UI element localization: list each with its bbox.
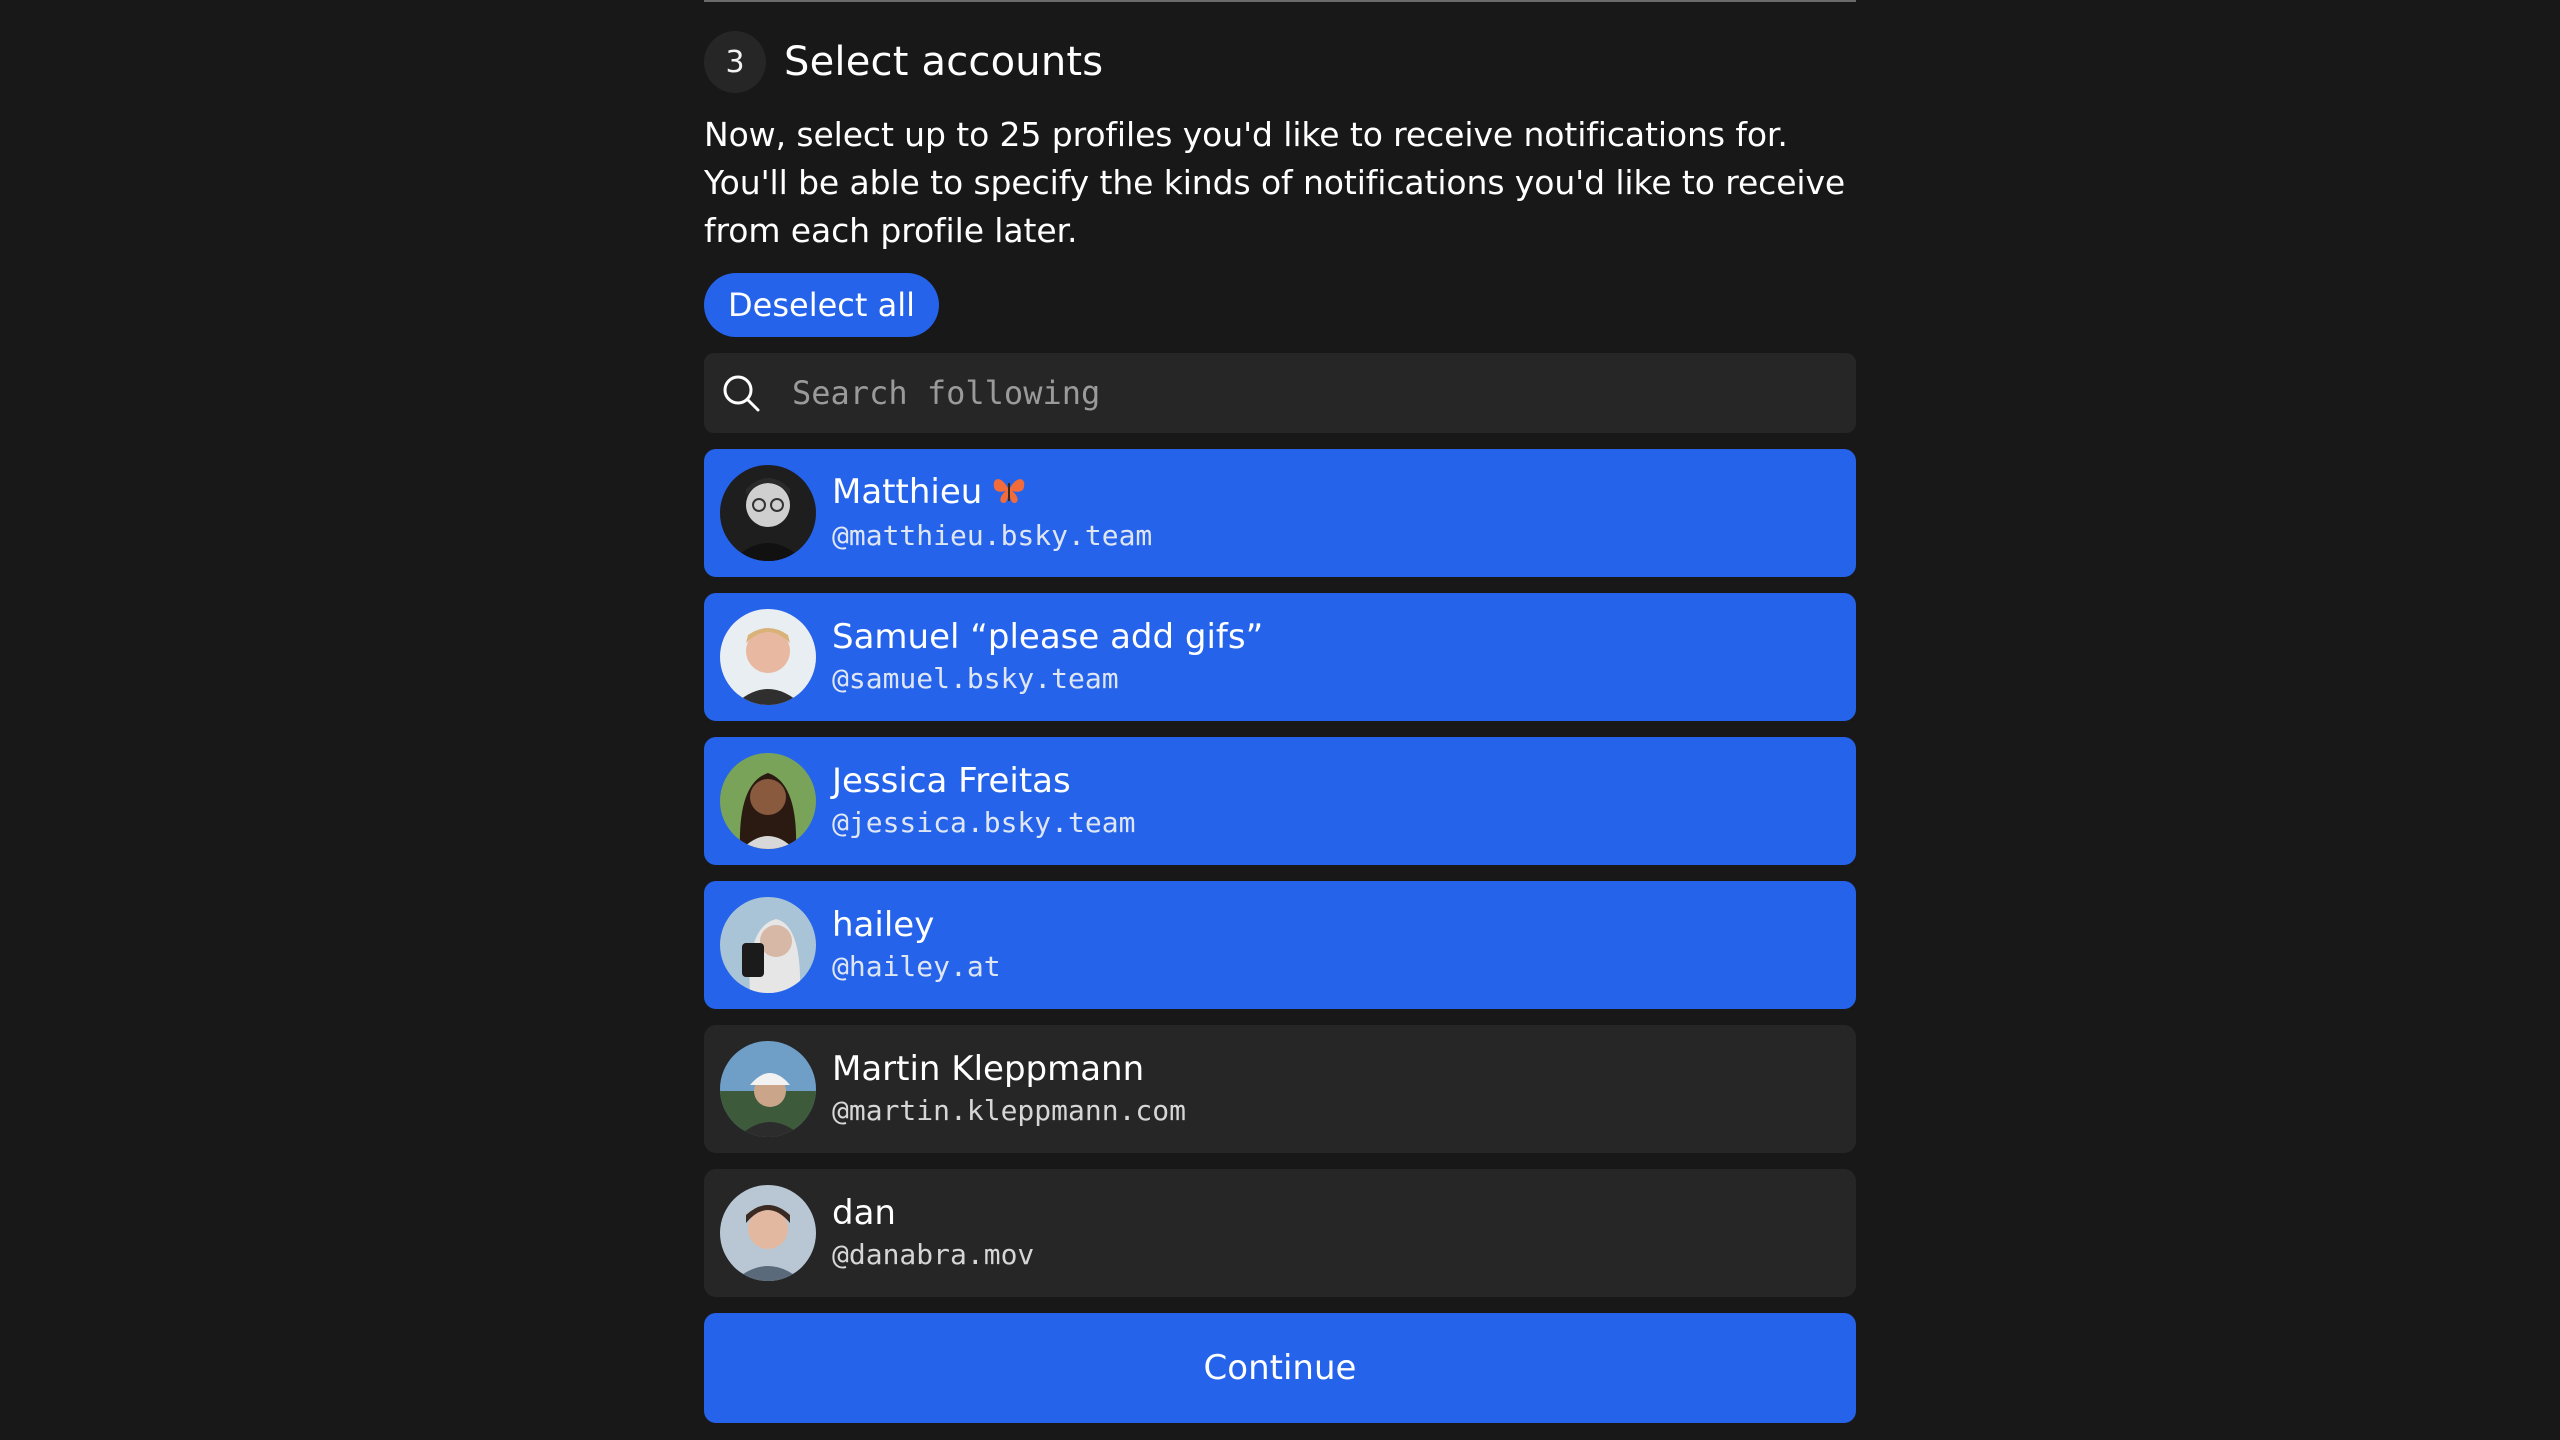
avatar [720, 897, 816, 993]
account-row-hailey[interactable]: hailey @hailey.at [704, 881, 1856, 1009]
butterfly-icon [992, 472, 1026, 516]
account-name: dan [832, 1193, 896, 1233]
continue-button[interactable]: Continue [704, 1313, 1856, 1423]
intro-text: Now, select up to 25 profiles you'd like… [704, 115, 1846, 250]
account-row-matthieu[interactable]: Matthieu @matthieu.bsky.team [704, 449, 1856, 577]
account-handle: @martin.kleppmann.com [832, 1094, 1187, 1127]
account-handle: @hailey.at [832, 950, 1001, 983]
avatar [720, 753, 816, 849]
search-bar[interactable] [704, 353, 1856, 433]
account-row-samuel[interactable]: Samuel “please add gifs” @samuel.bsky.te… [704, 593, 1856, 721]
account-name: hailey [832, 905, 935, 945]
step-header: 3 Select accounts [704, 31, 1856, 93]
avatar [720, 1185, 816, 1281]
avatar [720, 609, 816, 705]
top-divider [704, 0, 1856, 2]
account-list: Matthieu @matthieu.bsky.team Samuel “ple… [704, 449, 1856, 1297]
search-input[interactable] [790, 373, 1694, 413]
step-title: Select accounts [784, 39, 1104, 85]
account-handle: @matthieu.bsky.team [832, 518, 1153, 552]
account-name: Samuel “please add gifs” [832, 617, 1264, 657]
notification-setup-panel: 3 Select accounts Now, select up to 25 p… [704, 0, 1856, 1423]
account-handle: @samuel.bsky.team [832, 662, 1119, 695]
account-name: Martin Kleppmann [832, 1049, 1145, 1089]
account-row-jessica[interactable]: Jessica Freitas @jessica.bsky.team [704, 737, 1856, 865]
account-handle: @danabra.mov [832, 1238, 1035, 1271]
step-number-badge: 3 [704, 31, 766, 93]
account-name: Jessica Freitas [832, 761, 1071, 801]
account-handle: @jessica.bsky.team [832, 806, 1136, 839]
account-row-martin[interactable]: Martin Kleppmann @martin.kleppmann.com [704, 1025, 1856, 1153]
avatar [720, 465, 816, 561]
deselect-all-button[interactable]: Deselect all [704, 273, 939, 337]
account-name: Matthieu [832, 472, 983, 513]
search-icon [720, 372, 762, 414]
avatar [720, 1041, 816, 1137]
account-row-dan[interactable]: dan @danabra.mov [704, 1169, 1856, 1297]
